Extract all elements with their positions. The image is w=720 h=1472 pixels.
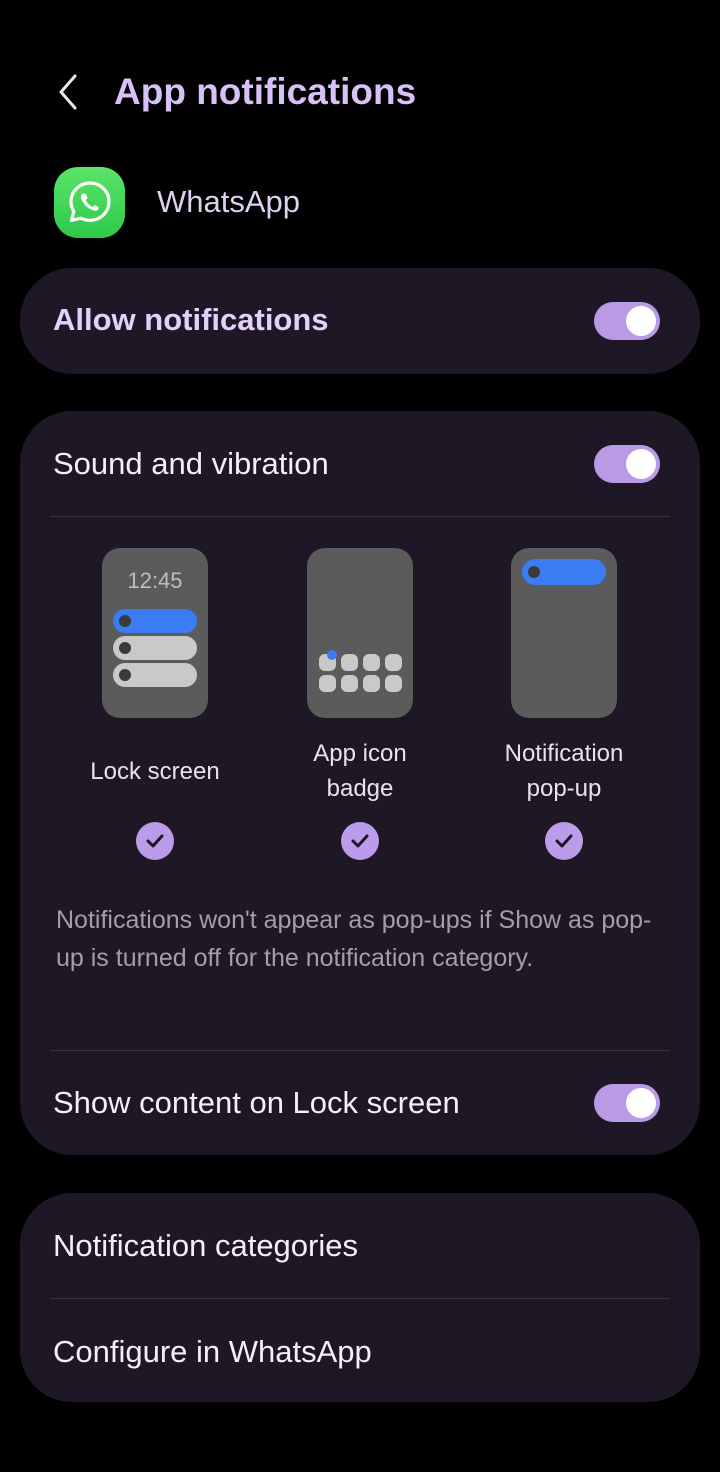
toggle-knob (626, 449, 656, 479)
more-settings-card: Notification categories Configure in Wha… (20, 1193, 700, 1402)
page-title: App notifications (114, 71, 417, 112)
app-icon-badge-label: App icon badge (313, 740, 407, 802)
app-name: WhatsApp (157, 184, 301, 219)
toggle-knob (626, 306, 656, 336)
check-icon[interactable] (341, 822, 379, 860)
preview-popup-bar (522, 559, 606, 585)
style-option-app-icon-badge[interactable]: App icon badge (260, 548, 460, 860)
lock-screen-preview: 12:45 (102, 548, 208, 718)
preview-notification-bar-blue (113, 609, 197, 633)
app-info-row: WhatsApp (54, 166, 300, 238)
check-icon[interactable] (136, 822, 174, 860)
badge-dot (327, 650, 337, 660)
preview-app-grid (319, 650, 403, 696)
show-content-lock-screen-label: Show content on Lock screen (53, 1085, 460, 1120)
notification-categories-item[interactable]: Notification categories (53, 1228, 358, 1264)
show-content-lock-screen-toggle[interactable] (594, 1084, 660, 1122)
preview-notification-bar (113, 636, 197, 660)
back-button[interactable] (44, 64, 92, 120)
allow-notifications-label: Allow notifications (53, 302, 329, 337)
allow-notifications-toggle[interactable] (594, 302, 660, 340)
sound-vibration-toggle[interactable] (594, 445, 660, 483)
allow-notifications-card[interactable]: Allow notifications (20, 268, 700, 374)
style-option-lock-screen[interactable]: 12:45 Lock screen (55, 548, 255, 860)
notification-settings-card: Sound and vibration 12:45 Lock screen Ap… (20, 411, 700, 1155)
popup-info-text: Notifications won't appear as pop-ups if… (56, 906, 652, 972)
whatsapp-logo-icon (54, 166, 125, 238)
preview-clock: 12:45 (127, 568, 183, 593)
notification-popup-preview (511, 548, 617, 718)
app-icon-badge-preview (307, 548, 413, 718)
divider (50, 516, 670, 517)
header: App notifications WhatsApp (0, 0, 720, 238)
configure-in-app-item[interactable]: Configure in WhatsApp (53, 1334, 372, 1370)
divider (50, 1298, 670, 1299)
preview-notification-bar (113, 663, 197, 687)
chevron-left-icon (59, 74, 77, 110)
sound-vibration-label: Sound and vibration (53, 446, 329, 481)
divider (50, 1050, 670, 1051)
lock-screen-label: Lock screen (90, 757, 220, 785)
check-icon[interactable] (545, 822, 583, 860)
toggle-knob (626, 1088, 656, 1118)
notification-popup-label: Notification pop-up (504, 740, 624, 802)
style-option-notification-popup[interactable]: Notification pop-up (464, 548, 664, 860)
